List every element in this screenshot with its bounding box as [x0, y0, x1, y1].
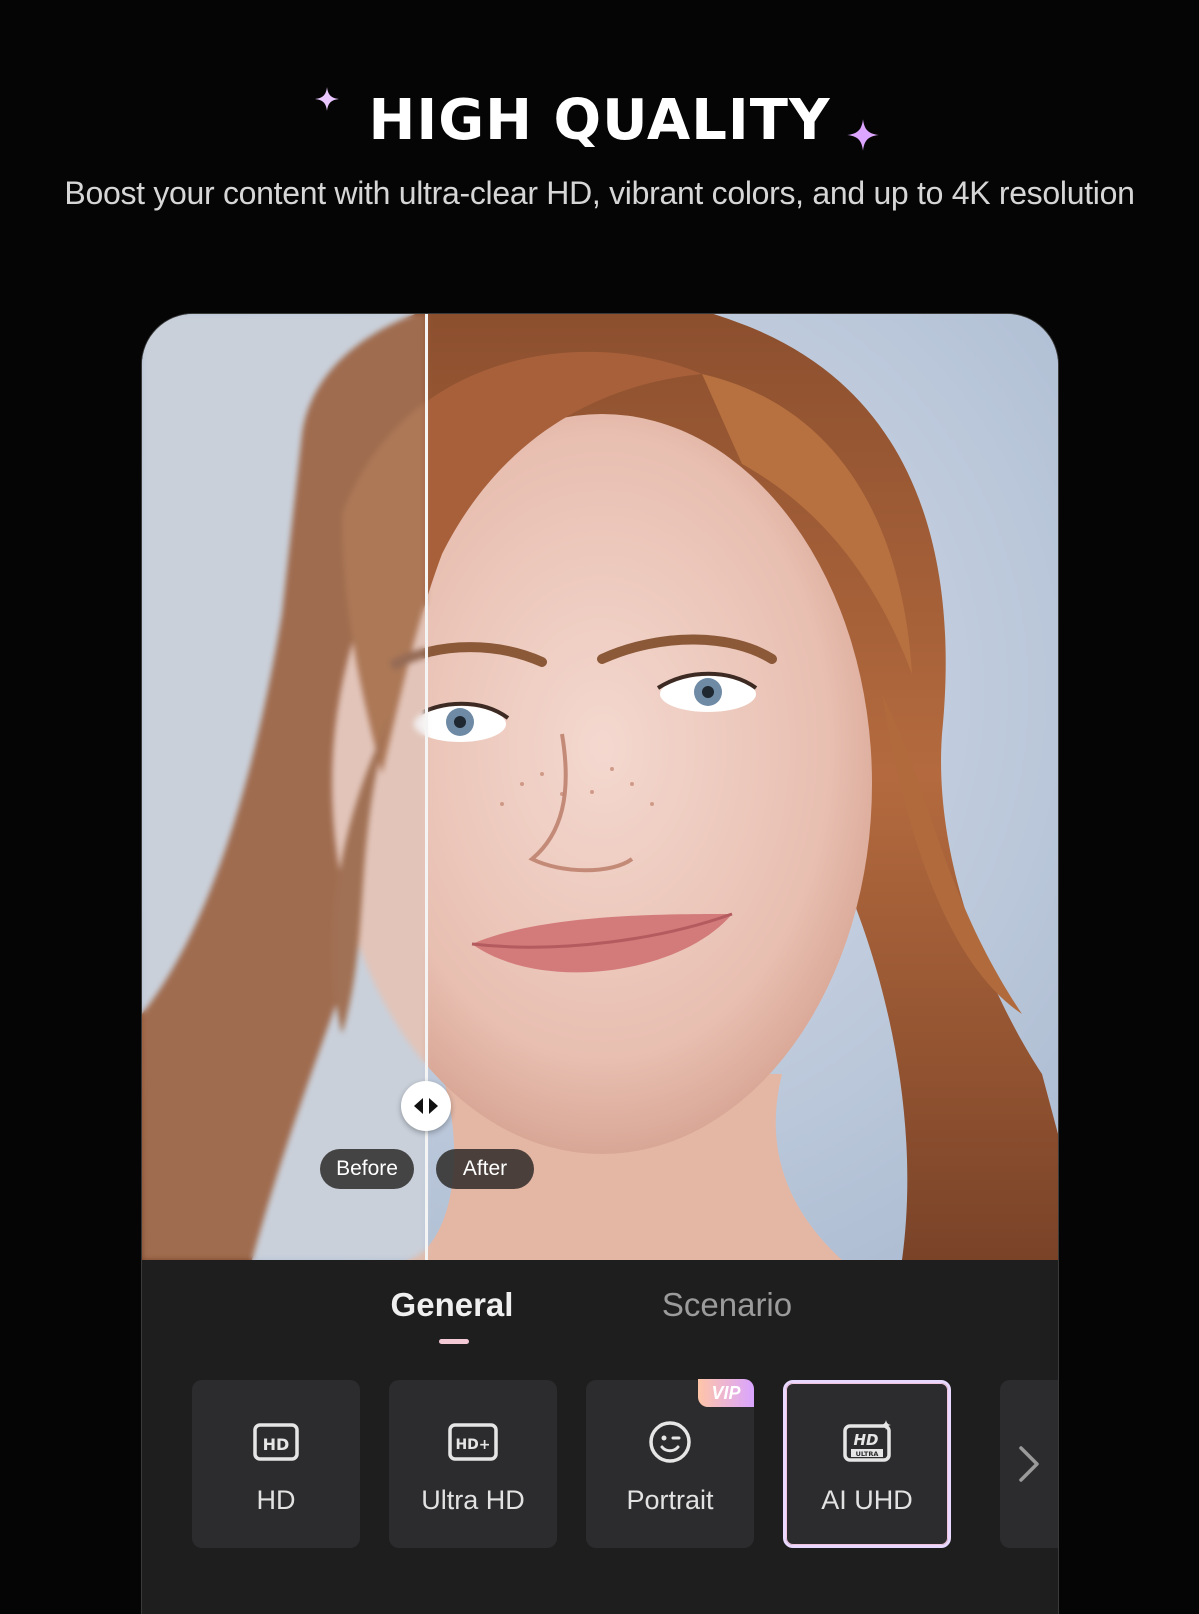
svg-text:ULTRA: ULTRA — [856, 1450, 879, 1458]
hd-icon: HD — [253, 1423, 299, 1461]
tool-label: AI UHD — [821, 1485, 913, 1515]
svg-text:HD: HD — [263, 1435, 290, 1454]
tool-ultra-hd-button[interactable]: HD+ Ultra HD — [389, 1380, 557, 1548]
hd-plus-icon: HD+ — [448, 1423, 498, 1461]
svg-text:HD: HD — [853, 1431, 878, 1449]
hd-ultra-icon: HD ULTRA — [843, 1420, 891, 1462]
tool-label: Portrait — [626, 1485, 714, 1515]
tab-general[interactable]: General — [377, 1280, 527, 1330]
chevron-right-icon — [1019, 1446, 1039, 1482]
page-title: HIGH QUALITY — [368, 88, 831, 153]
before-image — [142, 314, 426, 1260]
sparkle-icon — [847, 119, 879, 151]
tool-label: Ultra HD — [421, 1485, 525, 1515]
after-label: After — [436, 1149, 534, 1189]
active-tab-indicator — [439, 1339, 469, 1344]
tab-scenario[interactable]: Scenario — [652, 1280, 802, 1330]
tool-hd-button[interactable]: HD HD — [192, 1380, 360, 1548]
svg-text:HD+: HD+ — [455, 1437, 490, 1453]
tool-label: HD — [256, 1485, 296, 1515]
face-icon — [649, 1421, 691, 1463]
compare-slider-handle[interactable] — [401, 1081, 451, 1131]
page-subtitle: Boost your content with ultra-clear HD, … — [64, 175, 1135, 211]
tool-portrait-button[interactable]: VIP Portrait — [586, 1379, 754, 1548]
app-preview: Before After General Scenario HD HD HD+ … — [141, 313, 1059, 1614]
vip-badge: VIP — [698, 1379, 754, 1407]
tool-ai-uhd-button[interactable]: HD ULTRA AI UHD — [783, 1380, 951, 1548]
before-label: Before — [320, 1149, 414, 1189]
comparison-photo[interactable]: Before After — [142, 314, 1058, 1260]
arrows-left-right-icon — [414, 1098, 438, 1114]
tools-panel: General Scenario HD HD HD+ Ultra HD VIP — [142, 1260, 1058, 1614]
scroll-next-button[interactable] — [1000, 1380, 1058, 1548]
